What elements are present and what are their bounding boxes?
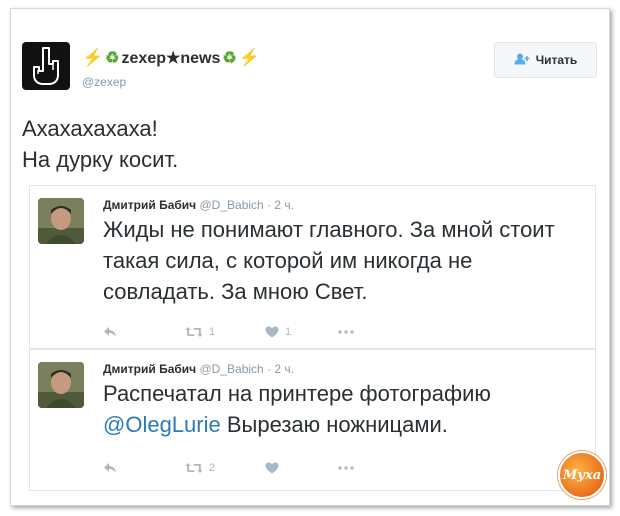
- heart-icon: [265, 326, 279, 338]
- reply-button[interactable]: [103, 460, 185, 476]
- retweet-button[interactable]: 2: [185, 460, 265, 476]
- recycle-icon: ♻: [105, 50, 120, 67]
- tweet-text-line: Ахахахахаха!: [22, 116, 158, 141]
- author-avatar[interactable]: [22, 42, 70, 90]
- retweet-icon: [185, 463, 203, 473]
- watermark-logo: Муха: [558, 451, 606, 499]
- quoted-text: Жиды не понимают главного. За мной стоит…: [103, 217, 555, 304]
- follow-button-label: Читать: [535, 53, 578, 67]
- quoted-author-name[interactable]: Дмитрий Бабич: [103, 362, 196, 376]
- quoted-timestamp[interactable]: · 2 ч.: [267, 362, 294, 376]
- quoted-text-part: Распечатал на принтере фотографию: [103, 381, 491, 406]
- quoted-author-avatar[interactable]: [38, 362, 84, 408]
- author-display-name: zexep★news: [121, 50, 221, 67]
- retweet-icon: [185, 327, 203, 337]
- quoted-tweet[interactable]: Дмитрий Бабич @D_Babich · 2 ч. Жиды не п…: [29, 185, 596, 349]
- quoted-author-handle[interactable]: @D_Babich: [200, 362, 264, 376]
- quoted-tweet[interactable]: Дмитрий Бабич @D_Babich · 2 ч. Распечата…: [29, 349, 596, 491]
- quoted-header: Дмитрий Бабич @D_Babich · 2 ч.: [103, 362, 294, 376]
- retweet-count: 2: [209, 462, 216, 474]
- quoted-timestamp[interactable]: · 2 ч.: [267, 198, 294, 212]
- reply-icon: [104, 327, 116, 337]
- quoted-author-name[interactable]: Дмитрий Бабич: [103, 198, 196, 212]
- middle-finger-icon: [33, 47, 59, 85]
- quoted-author-avatar[interactable]: [38, 198, 84, 244]
- like-button[interactable]: [265, 460, 338, 476]
- more-icon: [338, 330, 354, 334]
- lightning-icon: ⚡: [238, 48, 260, 67]
- more-button[interactable]: [338, 460, 354, 476]
- tweet-actions: 1 1: [103, 324, 354, 340]
- tweet-text-line: На дурку косит.: [22, 147, 179, 172]
- quoted-text-part: Вырезаю ножницами.: [220, 412, 448, 437]
- tweet-actions: 2: [103, 460, 354, 476]
- like-count: 1: [285, 326, 292, 338]
- heart-icon: [265, 462, 279, 474]
- mention-link[interactable]: @OlegLurie: [103, 412, 221, 437]
- more-button[interactable]: [338, 324, 354, 340]
- author-handle[interactable]: @zexep: [82, 75, 126, 89]
- like-button[interactable]: 1: [265, 324, 338, 340]
- retweet-count: 1: [209, 326, 216, 338]
- reply-button[interactable]: [103, 324, 185, 340]
- more-icon: [338, 466, 354, 470]
- reply-icon: [104, 463, 116, 473]
- quoted-header: Дмитрий Бабич @D_Babich · 2 ч.: [103, 198, 294, 212]
- follow-button[interactable]: Читать: [494, 42, 597, 78]
- quoted-author-handle[interactable]: @D_Babich: [200, 198, 264, 212]
- recycle-icon: ♻: [222, 50, 237, 67]
- quoted-text: Распечатал на принтере фотографию @OlegL…: [103, 378, 583, 440]
- tweet-card: ⚡ ♻ zexep★news ♻ ⚡ @zexep Читать Ахахаха…: [10, 8, 610, 506]
- retweet-button[interactable]: 1: [185, 324, 265, 340]
- tweet-text: Ахахахахаха! На дурку косит.: [22, 113, 178, 175]
- add-user-icon: [514, 53, 530, 68]
- lightning-icon: ⚡: [82, 48, 104, 67]
- author-name[interactable]: ⚡ ♻ zexep★news ♻ ⚡: [82, 48, 260, 68]
